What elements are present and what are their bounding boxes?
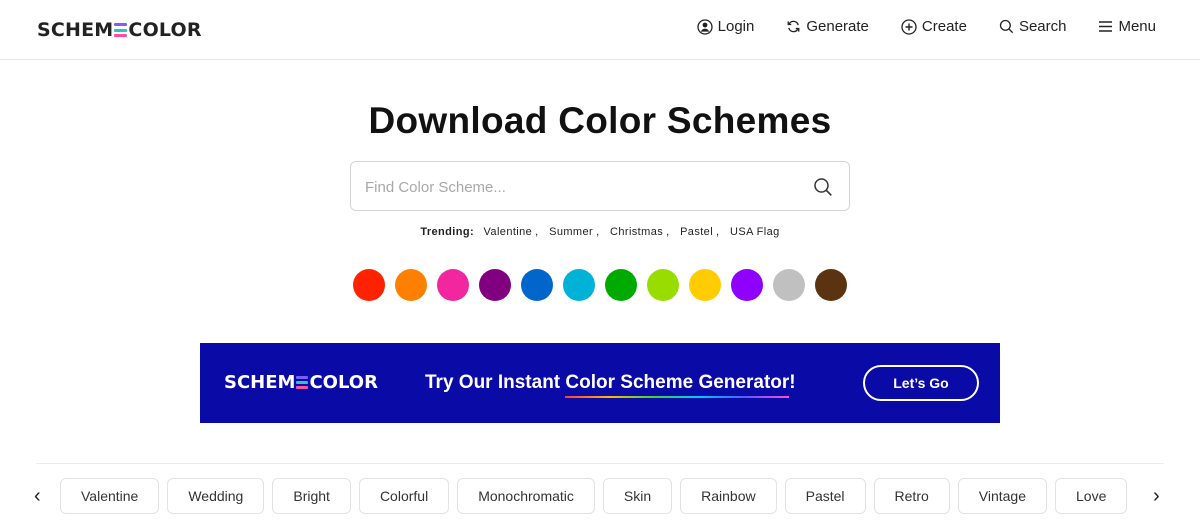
- nav-generate-label: Generate: [806, 18, 869, 35]
- plus-circle-icon: [901, 18, 917, 35]
- banner-pitch-prefix: Try Our Instant: [425, 372, 566, 393]
- banner-logo-e-mark-icon: [296, 376, 309, 389]
- trending-label: Trending:: [420, 226, 475, 238]
- swatch-yellow[interactable]: [689, 269, 721, 301]
- page-title: Download Color Schemes: [368, 100, 832, 141]
- category-chip-skin[interactable]: Skin: [602, 478, 673, 514]
- banner-logo-e-bar-2: [296, 381, 309, 384]
- category-chip-valentine[interactable]: Valentine: [60, 478, 160, 514]
- swatch-lime[interactable]: [647, 269, 679, 301]
- nav-search-label: Search: [1018, 18, 1067, 35]
- site-header: SCHEM COLOR Login Generate Create Search…: [0, 0, 1200, 60]
- banner-pitch-highlight-text: Color Scheme Generator: [565, 372, 790, 393]
- logo-e-bar-3: [114, 34, 128, 37]
- trending-link-valentine[interactable]: Valentine: [484, 226, 533, 238]
- category-carousel: ‹ Valentine Wedding Bright Colorful Mono…: [0, 478, 1200, 514]
- trending-link-usa-flag[interactable]: USA Flag: [730, 226, 780, 238]
- site-logo[interactable]: SCHEM COLOR: [37, 17, 202, 43]
- chevron-left-icon[interactable]: ‹: [34, 486, 41, 506]
- swatch-pink[interactable]: [437, 269, 469, 301]
- logo-e-mark-icon: [114, 23, 128, 37]
- trending-link-summer[interactable]: Summer: [549, 226, 593, 238]
- rainbow-underline: [565, 396, 790, 398]
- category-chip-love[interactable]: Love: [1055, 478, 1128, 514]
- category-chip-rainbow[interactable]: Rainbow: [680, 478, 777, 514]
- swatch-gray[interactable]: [773, 269, 805, 301]
- nav-login-label: Login: [717, 18, 755, 35]
- banner-logo-text-right: COLOR: [309, 372, 378, 393]
- category-chip-wedding[interactable]: Wedding: [167, 478, 265, 514]
- user-icon: [697, 18, 713, 35]
- swatch-blue[interactable]: [521, 269, 553, 301]
- logo-text-right: COLOR: [128, 19, 202, 41]
- hamburger-icon: [1099, 21, 1113, 32]
- swatch-cyan[interactable]: [563, 269, 595, 301]
- refresh-icon: [787, 20, 800, 33]
- generator-promo-banner[interactable]: SCHEM COLOR Try Our Instant Color Scheme…: [200, 343, 1000, 423]
- main-nav: Login Generate Create Search Menu: [665, 18, 1156, 35]
- search-submit-icon[interactable]: [813, 177, 833, 197]
- nav-menu-label: Menu: [1118, 18, 1156, 35]
- swatch-violet[interactable]: [731, 269, 763, 301]
- trending-bar: Trending: Valentine, Summer, Christmas, …: [0, 226, 1200, 238]
- lets-go-button[interactable]: Let’s Go: [863, 365, 979, 401]
- color-swatch-row: [353, 269, 857, 301]
- search-input[interactable]: [365, 172, 795, 202]
- search-box: [350, 161, 850, 211]
- search-icon: [999, 19, 1014, 34]
- category-chip-vintage[interactable]: Vintage: [957, 478, 1047, 514]
- nav-create-label: Create: [921, 18, 967, 35]
- logo-e-bar-1: [114, 23, 128, 26]
- nav-login[interactable]: Login: [697, 18, 755, 35]
- trending-separator: ,: [666, 226, 670, 238]
- banner-logo: SCHEM COLOR: [224, 372, 378, 393]
- section-divider: [36, 463, 1164, 464]
- category-chip-list: Valentine Wedding Bright Colorful Monoch…: [60, 478, 1135, 514]
- category-chip-pastel[interactable]: Pastel: [784, 478, 866, 514]
- swatch-purple[interactable]: [479, 269, 511, 301]
- nav-generate[interactable]: Generate: [786, 18, 869, 35]
- banner-logo-e-bar-1: [296, 376, 309, 379]
- swatch-red[interactable]: [353, 269, 385, 301]
- chevron-right-icon[interactable]: ›: [1153, 486, 1160, 506]
- category-chip-retro[interactable]: Retro: [873, 478, 950, 514]
- banner-pitch-highlight: Color Scheme Generator: [565, 372, 790, 398]
- category-chip-monochromatic[interactable]: Monochromatic: [457, 478, 595, 514]
- banner-pitch: Try Our Instant Color Scheme Generator!: [425, 372, 796, 398]
- swatch-orange[interactable]: [395, 269, 427, 301]
- nav-create[interactable]: Create: [901, 18, 967, 35]
- trending-link-christmas[interactable]: Christmas: [610, 226, 663, 238]
- logo-e-bar-2: [114, 28, 128, 32]
- nav-menu[interactable]: Menu: [1098, 18, 1156, 35]
- swatch-green[interactable]: [605, 269, 637, 301]
- nav-search[interactable]: Search: [999, 18, 1067, 35]
- banner-logo-text-left: SCHEM: [224, 372, 296, 393]
- banner-pitch-suffix: !: [789, 372, 796, 393]
- category-chip-colorful[interactable]: Colorful: [358, 478, 450, 514]
- logo-text-left: SCHEM: [37, 19, 114, 41]
- trending-separator: ,: [596, 226, 600, 238]
- category-chip-bright[interactable]: Bright: [272, 478, 351, 514]
- swatch-brown[interactable]: [815, 269, 847, 301]
- trending-link-pastel[interactable]: Pastel: [680, 226, 713, 238]
- trending-separator: ,: [535, 226, 539, 238]
- banner-logo-e-bar-3: [296, 386, 309, 389]
- trending-separator: ,: [716, 226, 720, 238]
